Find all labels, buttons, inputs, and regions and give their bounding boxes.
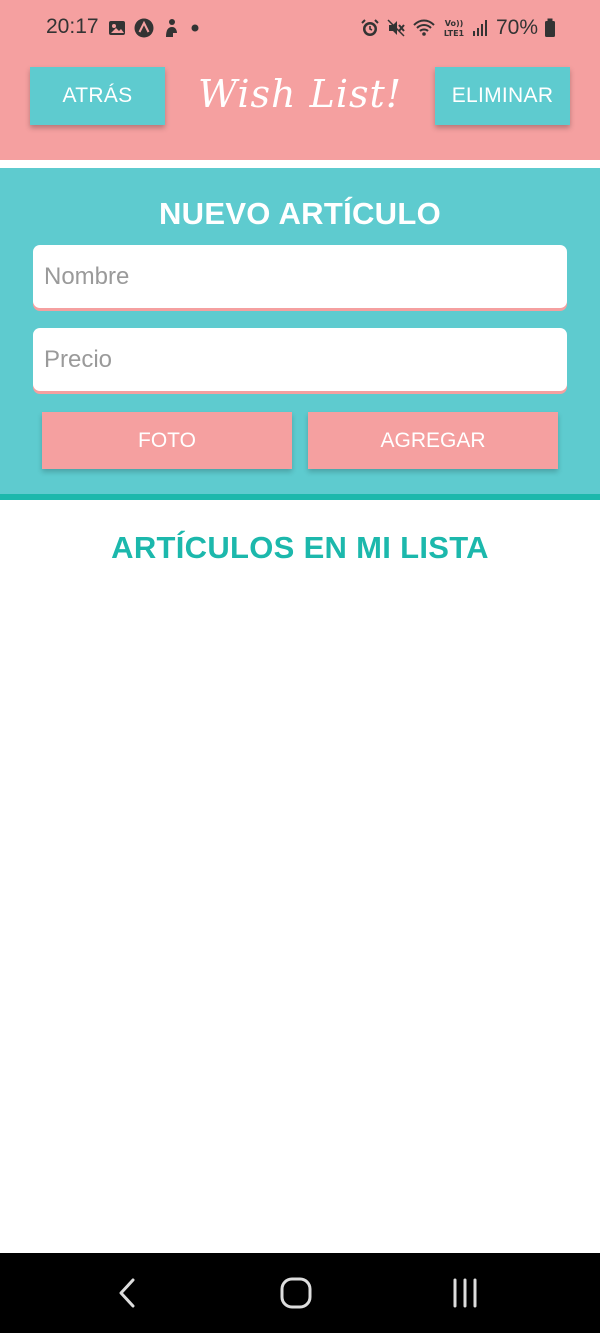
dot-icon bbox=[188, 21, 202, 35]
recents-icon[interactable] bbox=[435, 1271, 495, 1315]
system-status-icons: Vo)) LTE1 70% bbox=[360, 14, 556, 42]
svg-text:Vo)): Vo)) bbox=[445, 19, 464, 28]
app-header: ATRÁS Wish List! ELIMINAR bbox=[0, 58, 600, 160]
name-field[interactable] bbox=[33, 245, 567, 308]
price-field[interactable] bbox=[33, 328, 567, 391]
panel-divider bbox=[0, 494, 600, 500]
signal-icon bbox=[472, 19, 488, 37]
figure-icon bbox=[162, 18, 180, 38]
wifi-icon bbox=[412, 18, 436, 38]
status-bar: 20:17 Vo)) LTE1 70% bbox=[0, 0, 600, 58]
add-button[interactable]: AGREGAR bbox=[308, 412, 558, 469]
header-divider bbox=[0, 160, 600, 168]
back-icon[interactable] bbox=[98, 1271, 158, 1315]
new-item-title: NUEVO ARTÍCULO bbox=[158, 196, 442, 231]
svg-text:LTE1: LTE1 bbox=[444, 29, 465, 38]
new-item-panel: NUEVO ARTÍCULO FOTO AGREGAR bbox=[0, 168, 600, 494]
wish-list bbox=[0, 580, 600, 1250]
battery-icon bbox=[544, 18, 556, 38]
volte-icon: Vo)) LTE1 bbox=[442, 17, 466, 39]
app-title: Wish List! bbox=[197, 72, 403, 116]
delete-button[interactable]: ELIMINAR bbox=[435, 67, 570, 125]
photo-button[interactable]: FOTO bbox=[42, 412, 292, 469]
mute-icon bbox=[386, 18, 406, 38]
list-title: ARTÍCULOS EN MI LISTA bbox=[111, 530, 489, 565]
status-time: 20:17 bbox=[46, 15, 99, 38]
notification-icons bbox=[108, 16, 202, 40]
app-a-icon bbox=[134, 18, 154, 38]
image-icon bbox=[108, 19, 126, 37]
back-button[interactable]: ATRÁS bbox=[30, 67, 165, 125]
home-icon[interactable] bbox=[266, 1271, 326, 1315]
battery-percent: 70% bbox=[495, 16, 538, 39]
navigation-bar bbox=[0, 1253, 600, 1333]
name-input[interactable] bbox=[42, 261, 567, 292]
price-input[interactable] bbox=[42, 344, 567, 375]
alarm-icon bbox=[360, 18, 380, 38]
